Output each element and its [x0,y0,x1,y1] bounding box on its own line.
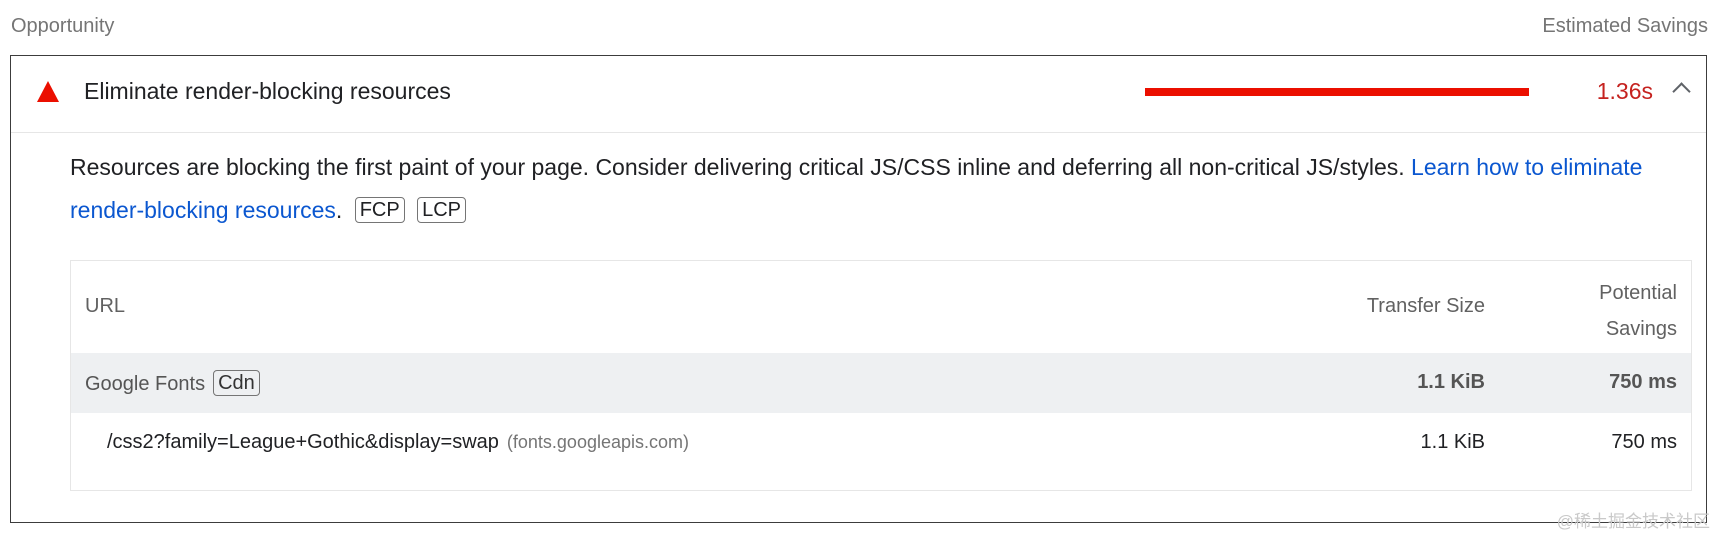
table-group-row: Google Fonts Cdn 1.1 KiB 750 ms [71,353,1691,413]
watermark: @稀土掘金技术社区 [1556,512,1710,531]
metric-tag-lcp: LCP [417,197,466,223]
group-name-text: Google Fonts [85,373,206,395]
table-header: URL Transfer Size Potential Savings [71,261,1691,353]
group-name: Google Fonts Cdn [85,370,260,396]
savings-sparkline-bar [1145,88,1529,96]
audit-title[interactable]: Eliminate render-blocking resources [84,78,451,105]
group-savings: 750 ms [1609,371,1677,393]
chevron-up-icon[interactable] [1672,82,1691,101]
column-header-transfer-size: Transfer Size [1366,295,1485,317]
column-header-potential-savings-line1: Potential [1599,282,1677,304]
description-text: Resources are blocking the first paint o… [70,154,1412,180]
fail-triangle-icon [37,81,59,102]
savings-sparkline [1145,88,1529,96]
audit-render-blocking-resources: Eliminate render-blocking resources 1.36… [10,55,1707,523]
row-url-host: (fonts.googleapis.com) [506,432,689,452]
column-header-potential-savings: Potential Savings [1599,275,1677,347]
group-tag-cdn: Cdn [213,370,260,396]
group-transfer-size: 1.1 KiB [1417,371,1485,393]
row-savings: 750 ms [1611,431,1677,453]
column-header-potential-savings-line2: Savings [1605,318,1677,340]
description-period: . [335,197,343,223]
details-table: URL Transfer Size Potential Savings Goog… [70,260,1692,491]
column-header-url: URL [85,295,126,317]
table-row: /css2?family=League+Gothic&display=swap (… [71,413,1691,473]
estimated-savings-label: Estimated Savings [1542,14,1708,37]
opportunity-header: Opportunity Estimated Savings [11,8,1708,44]
metric-tag-fcp: FCP [354,197,405,223]
row-url[interactable]: /css2?family=League+Gothic&display=swap (… [107,431,689,454]
audit-description: Resources are blocking the first paint o… [70,146,1690,232]
audit-summary[interactable]: Eliminate render-blocking resources 1.36… [11,56,1706,133]
opportunity-label: Opportunity [11,14,115,37]
row-url-path[interactable]: /css2?family=League+Gothic&display=swap [107,431,499,453]
savings-value: 1.36s [1596,78,1653,104]
row-transfer-size: 1.1 KiB [1420,431,1485,453]
